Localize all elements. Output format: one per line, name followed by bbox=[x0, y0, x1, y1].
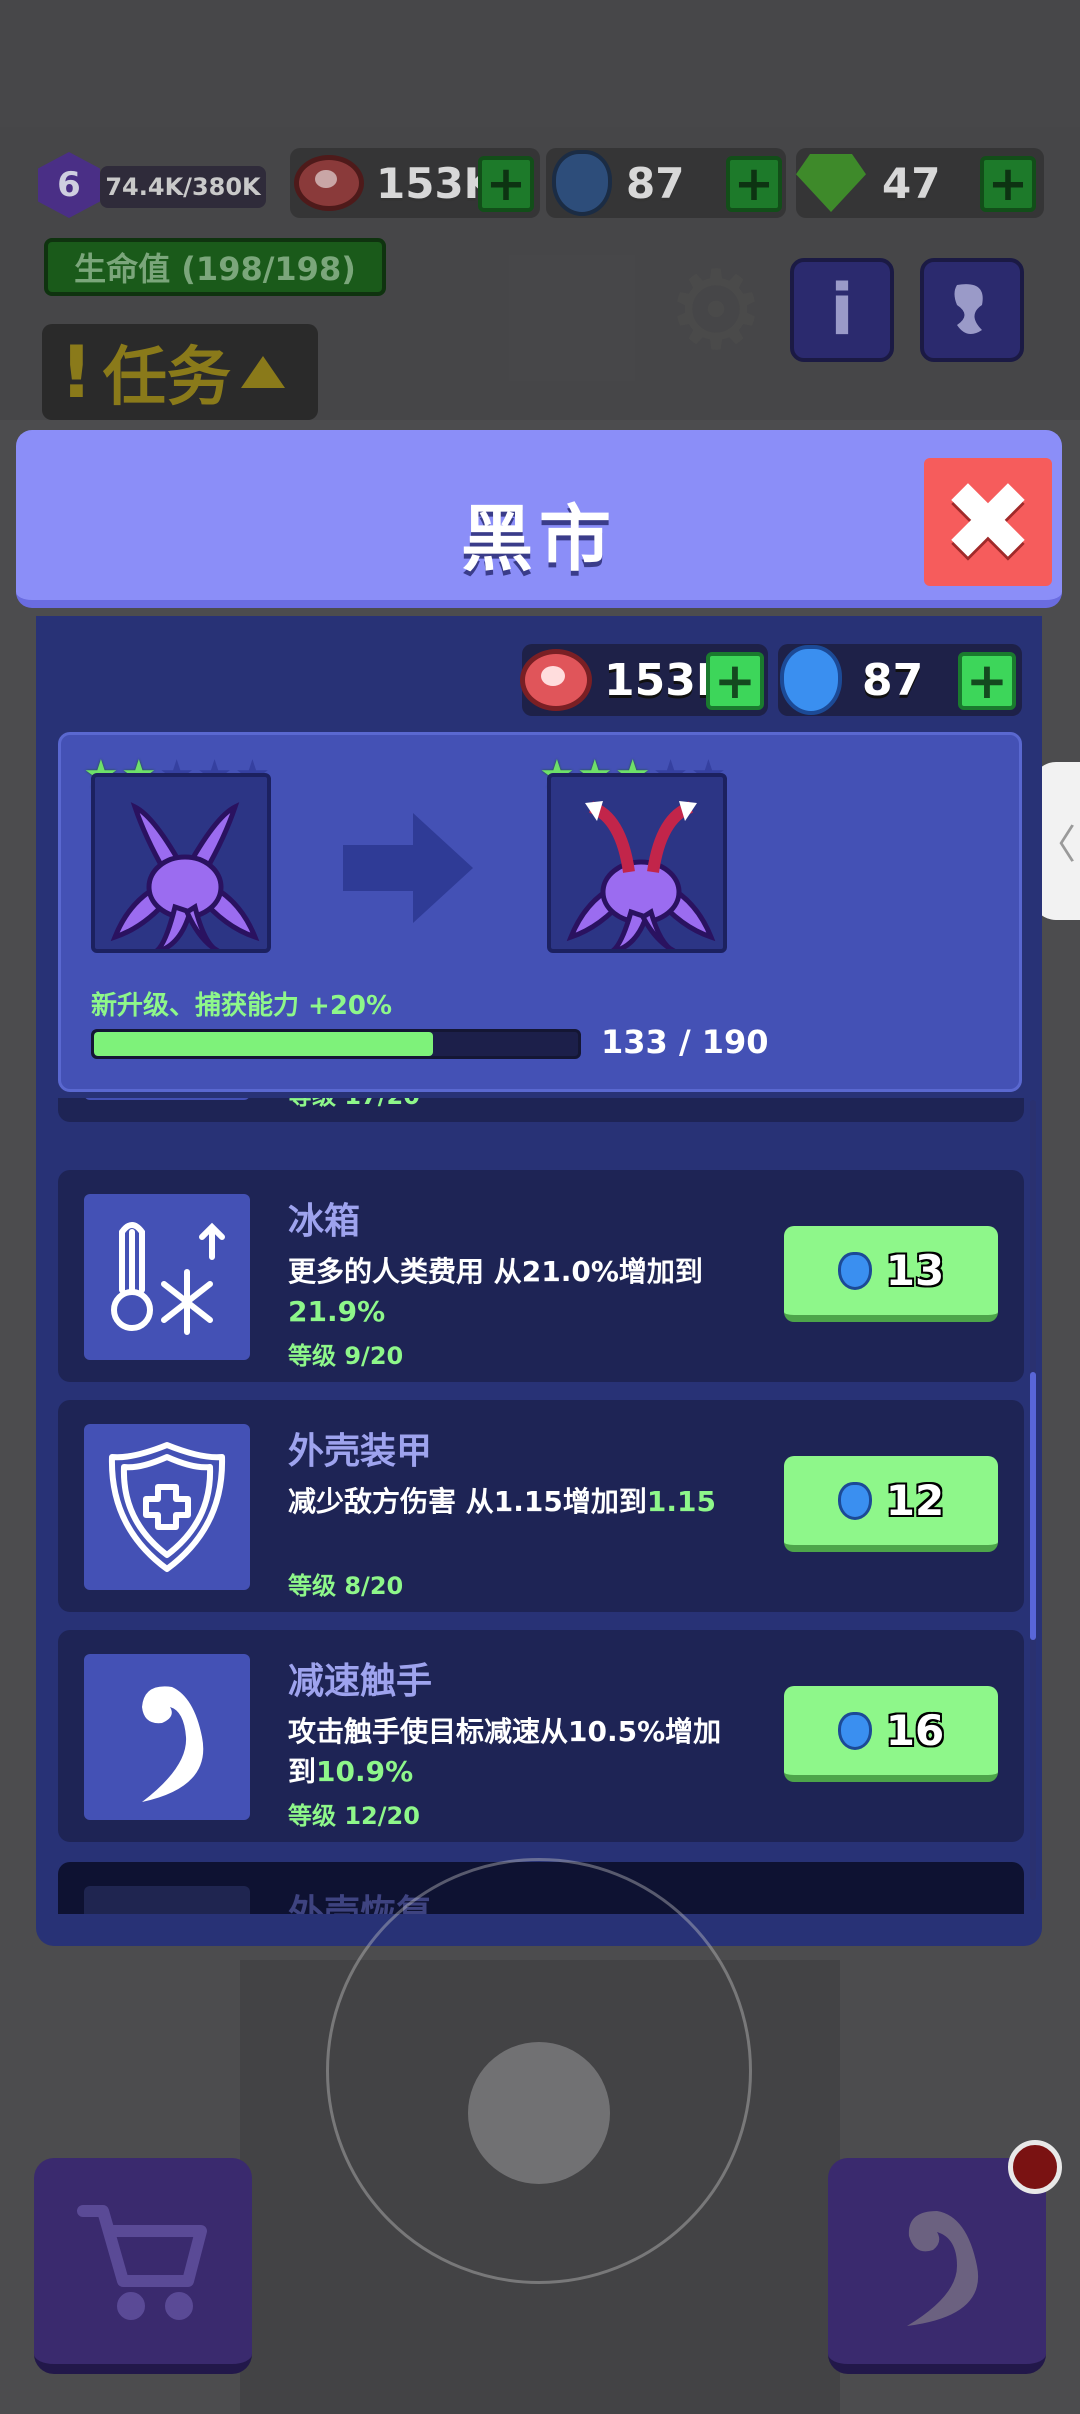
shop-button[interactable] bbox=[34, 2158, 252, 2374]
joystick-knob[interactable] bbox=[468, 2042, 610, 2184]
quest-button[interactable]: ! 任务 bbox=[42, 324, 318, 420]
list-item: 等级 17/20 bbox=[58, 1098, 1024, 1122]
shield-plus-icon bbox=[84, 1424, 250, 1590]
gem-value: 87 bbox=[626, 158, 685, 208]
cart-icon bbox=[77, 2205, 207, 2320]
gem-icon bbox=[552, 150, 612, 216]
item-description-value: 21.9% bbox=[288, 1295, 386, 1328]
item-name: 外壳装甲 bbox=[288, 1431, 433, 1472]
list-item: 减速触手 攻击触手使目标减速从10.5%增加到10.9% 等级 12/20 16 bbox=[58, 1630, 1024, 1842]
modal-title: 黑市 bbox=[460, 497, 617, 581]
add-gem-button[interactable]: + bbox=[958, 652, 1016, 710]
meat-icon bbox=[294, 155, 364, 211]
notification-badge bbox=[1008, 2140, 1062, 2194]
meat-icon bbox=[520, 649, 592, 711]
buy-button[interactable]: 16 bbox=[784, 1686, 998, 1782]
close-button[interactable]: ✖ bbox=[924, 458, 1052, 586]
next-monster-portrait bbox=[547, 773, 727, 953]
item-description-value: 1.15 bbox=[646, 1485, 716, 1518]
evolution-progress-fill bbox=[94, 1032, 433, 1056]
item-level: 等级 8/20 bbox=[288, 1572, 404, 1600]
scroll-thumb[interactable] bbox=[1030, 1372, 1036, 1640]
item-description: 更多的人类费用 从21.0%增加到 21.9% bbox=[288, 1252, 748, 1332]
gear-icon[interactable]: ⚙ bbox=[664, 246, 768, 374]
item-icon bbox=[84, 1886, 250, 1914]
upgrade-description: 新升级、捕获能力 +20% bbox=[91, 991, 393, 1021]
monster-ability-icon bbox=[907, 2211, 979, 2326]
item-description-value: 10.9% bbox=[316, 1755, 414, 1788]
add-meat-button[interactable]: + bbox=[478, 156, 534, 212]
emerald-icon bbox=[796, 154, 866, 212]
item-description: 减少敌方伤害 从1.15增加到1.15 bbox=[288, 1482, 748, 1522]
list-scrollbar[interactable] bbox=[1030, 1100, 1036, 1900]
chevron-up-icon bbox=[240, 356, 285, 388]
current-monster-portrait bbox=[91, 773, 271, 953]
quest-alert-icon: ! bbox=[60, 330, 93, 414]
buy-button[interactable]: 13 bbox=[784, 1226, 998, 1322]
item-description-text: 减少敌方伤害 从1.15增加到 bbox=[288, 1485, 647, 1518]
list-item: 冰箱 更多的人类费用 从21.0%增加到 21.9% 等级 9/20 13 bbox=[58, 1170, 1024, 1382]
gem-icon bbox=[837, 1251, 872, 1290]
item-description: 攻击触手使目标减速从10.5%增加到10.9% bbox=[288, 1712, 748, 1792]
gem-icon bbox=[837, 1481, 872, 1520]
modal-header: 黑市 ✖ bbox=[16, 430, 1062, 608]
upgrade-list[interactable]: 等级 17/20 冰箱 更多的人类费用 从21.0%增加到 21.9% 等级 9/… bbox=[58, 1098, 1024, 1914]
quest-label: 任务 bbox=[102, 341, 231, 415]
item-price: 12 bbox=[885, 1476, 945, 1525]
emerald-value: 47 bbox=[882, 158, 941, 208]
item-price: 16 bbox=[885, 1706, 945, 1755]
item-description-text: 更多的人类费用 从21.0%增加到 bbox=[288, 1255, 703, 1288]
gem-icon bbox=[837, 1711, 872, 1750]
tentacle-icon bbox=[84, 1654, 250, 1820]
evolution-progress-text: 133 / 190 bbox=[601, 1023, 769, 1061]
list-item: 外壳装甲 减少敌方伤害 从1.15增加到1.15 等级 8/20 12 bbox=[58, 1400, 1024, 1612]
add-gem-button[interactable]: + bbox=[726, 156, 782, 212]
evolution-panel: ★★★★★ ★★★★★ bbox=[58, 732, 1022, 1092]
item-price: 13 bbox=[885, 1246, 945, 1295]
close-icon: ✖ bbox=[941, 458, 1035, 586]
modal-gem-value: 87 bbox=[862, 654, 924, 706]
add-emerald-button[interactable]: + bbox=[980, 156, 1036, 212]
item-name: 冰箱 bbox=[288, 1201, 361, 1242]
xp-counter: 74.4K/380K bbox=[100, 166, 266, 208]
buy-button[interactable]: 12 bbox=[784, 1456, 998, 1552]
arrow-right-icon bbox=[343, 813, 473, 923]
gem-icon bbox=[780, 645, 842, 715]
thermometer-snow-icon bbox=[84, 1194, 250, 1360]
item-name: 减速触手 bbox=[288, 1661, 433, 1702]
evolution-progress-bar bbox=[91, 1029, 581, 1059]
item-icon bbox=[84, 1098, 250, 1100]
monster-ability-button[interactable] bbox=[828, 2158, 1046, 2374]
item-level: 等级 17/20 bbox=[288, 1098, 420, 1111]
item-level: 等级 9/20 bbox=[288, 1342, 404, 1370]
info-icon[interactable]: i bbox=[790, 258, 894, 362]
monster-icon[interactable] bbox=[920, 258, 1024, 362]
item-level: 等级 12/20 bbox=[288, 1802, 420, 1830]
add-meat-button[interactable]: + bbox=[706, 652, 764, 710]
health-bar: 生命值 (198/198) bbox=[44, 238, 386, 296]
